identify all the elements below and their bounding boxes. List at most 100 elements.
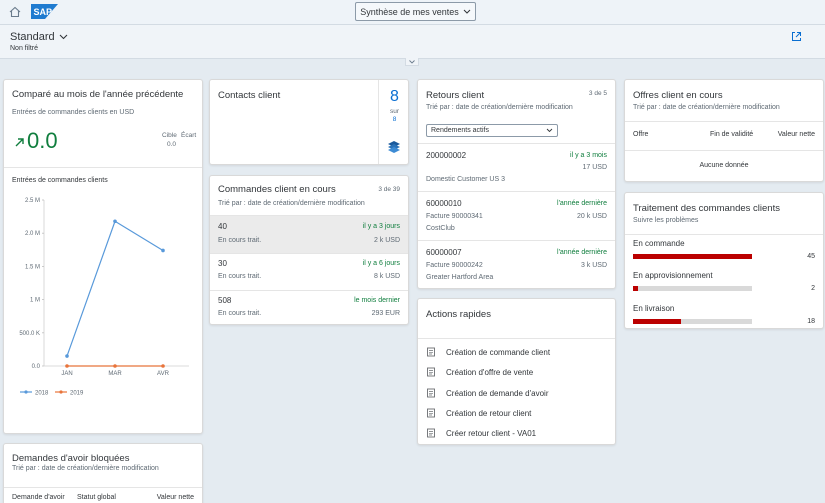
column-header[interactable]: Offre — [633, 131, 648, 138]
processing-card-title: Traitement des commandes clients — [633, 203, 780, 214]
column-header[interactable]: Valeur nette — [778, 131, 815, 138]
chevron-down-icon — [546, 128, 553, 133]
return-line2: Domestic Customer US 3 — [426, 176, 505, 183]
contacts-card[interactable]: Contacts client 8 sur 8 — [209, 79, 409, 165]
return-id: 200000002 — [426, 151, 467, 160]
blocked-credit-requests-card[interactable]: Demandes d'avoir bloquées Trié par : dat… — [3, 443, 203, 503]
processing-item-label: En livraison — [633, 304, 675, 313]
chevron-down-icon — [59, 34, 68, 40]
return-id: 60000007 — [426, 248, 462, 257]
data-point-2019 — [113, 364, 117, 368]
arrow-up-right-icon — [15, 138, 24, 147]
deviation-label: Écart — [181, 132, 197, 139]
list-item[interactable]: 40 En cours trait. il y a 3 jours 2 k US… — [210, 216, 408, 253]
return-amount: 3 k USD — [580, 262, 607, 269]
return-time: l'année dernière — [557, 200, 607, 207]
contacts-count: 8 — [390, 88, 399, 105]
open-offers-card[interactable]: Offres client en cours Trié par : date d… — [624, 79, 824, 182]
order-id: 508 — [218, 296, 232, 305]
customer-returns-card[interactable]: Retours client 3 de 5 Trié par : date de… — [417, 79, 616, 289]
credit-card-subtitle: Trié par : date de création/dernière mod… — [12, 465, 159, 472]
order-time: le mois dernier — [354, 297, 400, 304]
quick-action-item[interactable]: Créer retour client - VA01 — [426, 428, 536, 438]
quick-action-item[interactable]: Création de demande d'avoir — [426, 388, 548, 398]
data-point-2018 — [65, 354, 69, 358]
list-item[interactable]: 60000010 Facture 90000341 CostClub l'ann… — [418, 192, 615, 240]
return-line2: Facture 90000341 — [426, 213, 483, 220]
return-line3: Greater Hartford Area — [426, 274, 494, 281]
return-amount: 20 k USD — [577, 213, 607, 220]
list-item[interactable]: 508 En cours trait. le mois dernier 293 … — [210, 291, 408, 324]
column-header[interactable]: Statut global — [77, 494, 116, 501]
quick-actions-title: Actions rapides — [426, 309, 491, 320]
return-amount: 17 USD — [582, 164, 607, 171]
y-tick-label: 1 M — [30, 298, 40, 304]
quick-action-label: Création d'offre de vente — [446, 367, 534, 377]
processing-item-label: En commande — [633, 239, 685, 248]
legend-marker-2019 — [59, 390, 63, 394]
processing-bar — [633, 319, 752, 324]
chart-title: Entrées de commandes clients — [12, 177, 108, 184]
app-title: Synthèse de mes ventes — [360, 6, 459, 17]
kpi-card-title: Comparé au mois de l'année précédente — [12, 89, 184, 100]
page-header: Standard Non filtré — [0, 25, 825, 59]
quick-actions-card: Actions rapides Création de commande cli… — [417, 298, 616, 445]
order-time: il y a 3 jours — [362, 223, 400, 230]
quick-action-label: Création de demande d'avoir — [446, 388, 549, 398]
quick-action-item[interactable]: Création d'offre de vente — [426, 367, 533, 377]
returns-card-subtitle: Trié par : date de création/dernière mod… — [426, 104, 573, 111]
offers-card-title: Offres client en cours — [633, 90, 723, 101]
svg-text:SAP: SAP — [34, 7, 53, 17]
variant-selector[interactable]: Standard — [10, 31, 68, 43]
y-tick-label: 1.5 M — [25, 264, 40, 270]
sap-logo[interactable]: SAP — [31, 4, 58, 19]
return-id: 60000010 — [426, 199, 462, 208]
column-header[interactable]: Valeur nette — [157, 494, 194, 501]
x-tick-label: JAN — [61, 371, 72, 377]
processing-card-subtitle: Suivre les problèmes — [633, 217, 699, 224]
processing-item-value: 18 — [807, 318, 815, 325]
variant-label: Standard — [10, 31, 55, 43]
list-item[interactable]: 60000007 Facture 90000242 Greater Hartfo… — [418, 241, 615, 288]
data-point-2019 — [65, 364, 69, 368]
document-icon — [427, 408, 435, 418]
kpi-number: 0.0 — [27, 128, 58, 153]
line-chart: 0.0 500.0 K 1 M 1.5 M 2.0 M 2.5 M JAN MAR AVR 201… — [19, 198, 189, 397]
processing-item-value: 2 — [811, 285, 815, 292]
column-header[interactable]: Demande d'avoir — [12, 494, 65, 501]
order-processing-card[interactable]: Traitement des commandes clients Suivre … — [624, 192, 824, 329]
quick-action-item[interactable]: Création de retour client — [426, 408, 531, 418]
home-icon[interactable] — [8, 5, 22, 19]
open-orders-card[interactable]: Commandes client en cours 3 de 39 Trié p… — [209, 175, 409, 325]
series-line-2018 — [66, 220, 164, 357]
chevron-down-icon — [463, 9, 471, 14]
legend-label: 2019 — [70, 391, 84, 397]
column-header[interactable]: Fin de validité — [710, 131, 753, 138]
document-icon — [427, 367, 435, 377]
order-amount: 8 k USD — [373, 273, 400, 280]
kpi-card-subtitle: Entrées de commandes clients en USD — [12, 109, 135, 116]
processing-bar-fill — [633, 254, 752, 259]
dropdown-value: Rendements actifs — [431, 127, 489, 134]
kpi-card[interactable]: Comparé au mois de l'année précédente En… — [3, 79, 203, 434]
orders-card-title: Commandes client en cours — [218, 184, 336, 195]
chevron-down-icon — [409, 59, 415, 64]
return-time: l'année dernière — [557, 249, 607, 256]
collapse-header-button[interactable] — [405, 58, 419, 66]
deviation-value: 0.0 — [167, 141, 177, 148]
app-title-menu-button[interactable]: Synthèse de mes ventes — [355, 2, 476, 21]
data-point-2019 — [161, 364, 165, 368]
list-item[interactable]: 200000002 Domestic Customer US 3 il y a … — [418, 144, 615, 186]
share-icon[interactable] — [791, 31, 802, 42]
processing-bar — [633, 254, 752, 259]
y-tick-label: 0.0 — [32, 364, 41, 370]
list-item[interactable]: 30 En cours trait. il y a 6 jours 8 k US… — [210, 254, 408, 290]
quick-action-label: Créer retour client - VA01 — [446, 428, 537, 438]
quick-action-item[interactable]: Création de commande client — [426, 347, 550, 357]
legend-label: 2018 — [35, 391, 49, 397]
order-time: il y a 6 jours — [362, 260, 400, 267]
returns-count: 3 de 5 — [588, 90, 607, 97]
returns-filter-dropdown[interactable]: Rendements actifs — [426, 124, 558, 137]
shell-bar: SAP Synthèse de mes ventes — [0, 0, 825, 25]
y-tick-label: 500.0 K — [19, 331, 40, 337]
